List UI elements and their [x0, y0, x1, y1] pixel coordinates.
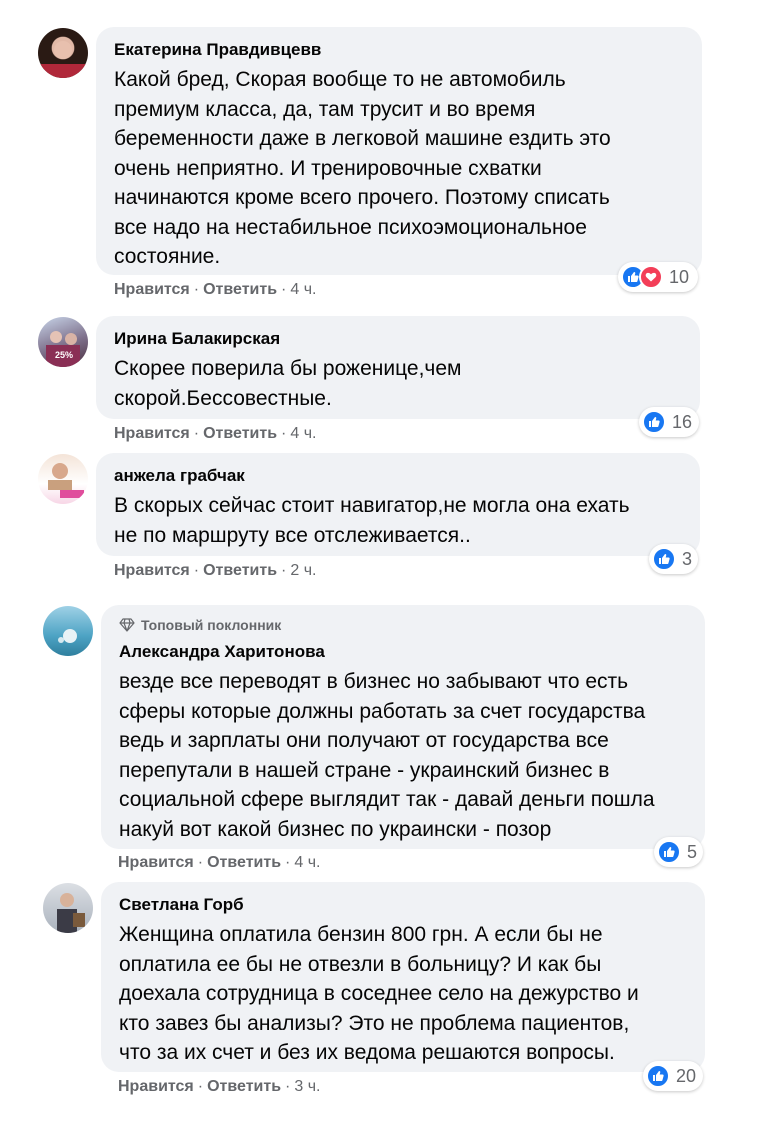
comment-bubble: Ирина Балакирская Скорее поверила бы рож…	[96, 316, 700, 419]
separator-dot: ·	[197, 1078, 204, 1095]
avatar-photo	[48, 463, 84, 498]
comment-actions: Нравится · Ответить · 4 ч.	[114, 424, 316, 444]
comment-timestamp[interactable]: 4 ч.	[294, 854, 320, 871]
reaction-count: 16	[672, 411, 693, 432]
reaction-summary[interactable]: 5	[654, 837, 703, 867]
top-fan-label: Топовый поклонник	[141, 617, 282, 633]
reaction-summary[interactable]: 3	[649, 544, 698, 574]
avatar-photo	[58, 629, 77, 643]
separator-dot: ·	[281, 281, 287, 298]
separator-dot: ·	[193, 562, 200, 579]
reaction-summary[interactable]: 16	[639, 407, 699, 437]
avatar[interactable]	[43, 606, 93, 656]
like-icon	[652, 547, 676, 571]
comment-actions: Нравится · Ответить · 3 ч.	[118, 1077, 320, 1097]
reaction-summary[interactable]: 20	[643, 1061, 703, 1091]
reply-button[interactable]: Ответить	[203, 562, 277, 579]
avatar[interactable]	[38, 28, 88, 78]
separator-dot: ·	[193, 425, 200, 442]
comment-text: Женщина оплатила бензин 800 грн. А если …	[119, 923, 639, 1064]
comment-author[interactable]: анжела грабчак	[114, 465, 682, 487]
avatar[interactable]	[38, 454, 88, 504]
separator-dot: ·	[281, 562, 287, 579]
separator-dot: ·	[281, 425, 287, 442]
like-icon	[657, 840, 681, 864]
comment-text: В скорых сейчас стоит навигатор,не могла…	[114, 494, 630, 547]
top-fan-badge[interactable]: Топовый поклонник	[119, 615, 687, 635]
separator-dot: ·	[193, 281, 200, 298]
reaction-count: 10	[669, 266, 690, 287]
comment-bubble: анжела грабчак В скорых сейчас стоит нав…	[96, 453, 700, 556]
comment-author[interactable]: Ирина Балакирская	[114, 328, 682, 350]
avatar-photo	[38, 41, 88, 78]
reaction-count: 5	[687, 841, 698, 862]
diamond-icon	[119, 618, 135, 632]
like-icon	[642, 410, 666, 434]
like-button[interactable]: Нравится	[114, 562, 190, 579]
comment-bubble: Светлана Горб Женщина оплатила бензин 80…	[101, 882, 705, 1072]
avatar-photo	[57, 893, 85, 933]
comment-text: везде все переводят в бизнес но забывают…	[119, 670, 655, 841]
reply-button[interactable]: Ответить	[203, 281, 277, 298]
reply-button[interactable]: Ответить	[207, 1078, 281, 1095]
comment-actions: Нравится · Ответить · 2 ч.	[114, 561, 316, 581]
comment-actions: Нравится · Ответить · 4 ч.	[114, 280, 316, 300]
separator-dot: ·	[285, 854, 291, 871]
reaction-summary[interactable]: 10	[618, 262, 698, 292]
love-icon	[639, 265, 663, 289]
comment-bubble: Топовый поклонник Александра Харитонова …	[101, 605, 705, 849]
comment-timestamp[interactable]: 4 ч.	[290, 281, 316, 298]
like-button[interactable]: Нравится	[118, 854, 194, 871]
comment-text: Какой бред, Скорая вообще то не автомоби…	[114, 68, 611, 268]
reaction-count: 20	[676, 1065, 697, 1086]
like-button[interactable]: Нравится	[118, 1078, 194, 1095]
comment-text: Скорее поверила бы роженице,чем скорой.Б…	[114, 357, 462, 410]
comment-timestamp[interactable]: 3 ч.	[294, 1078, 320, 1095]
reaction-count: 3	[682, 548, 693, 569]
separator-dot: ·	[197, 854, 204, 871]
avatar[interactable]: 25%	[38, 317, 88, 367]
like-icon	[646, 1064, 670, 1088]
comment-bubble: Екатерина Правдивцевв Какой бред, Скорая…	[96, 27, 702, 275]
comment-timestamp[interactable]: 2 ч.	[290, 562, 316, 579]
comment-timestamp[interactable]: 4 ч.	[290, 425, 316, 442]
like-button[interactable]: Нравится	[114, 425, 190, 442]
separator-dot: ·	[285, 1078, 291, 1095]
comment-actions: Нравится · Ответить · 4 ч.	[118, 853, 320, 873]
reply-button[interactable]: Ответить	[203, 425, 277, 442]
comment-author[interactable]: Светлана Горб	[119, 894, 687, 916]
avatar-badge: 25%	[55, 350, 74, 360]
like-button[interactable]: Нравится	[114, 281, 190, 298]
comment-author[interactable]: Александра Харитонова	[119, 641, 687, 663]
comment-author[interactable]: Екатерина Правдивцевв	[114, 39, 684, 61]
avatar[interactable]	[43, 883, 93, 933]
reply-button[interactable]: Ответить	[207, 854, 281, 871]
